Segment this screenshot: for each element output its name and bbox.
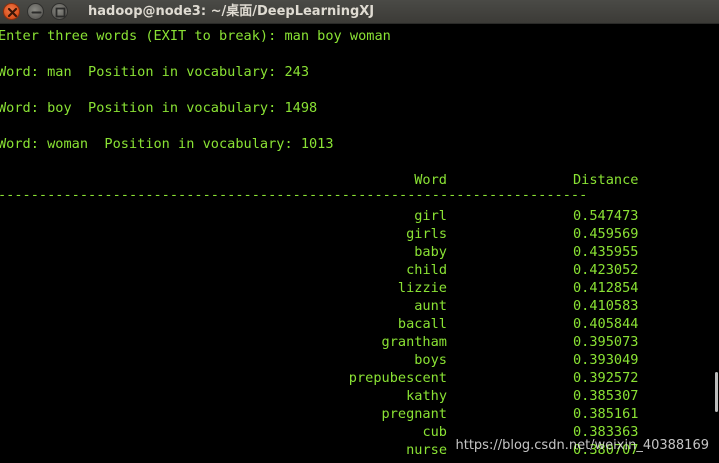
result-distance: 0.435955 [573,244,639,260]
result-distance: 0.405844 [573,316,639,332]
result-distance: 0.392572 [573,370,639,386]
close-button[interactable] [3,3,20,20]
result-word: pregnant [381,406,447,422]
result-word: kathy [406,388,447,404]
result-word: aunt [414,298,447,314]
result-distance: 0.393049 [573,352,639,368]
result-word: bacall [397,316,447,332]
result-word: cub [422,424,447,440]
result-distance: 0.412854 [573,280,639,296]
header-divider: ----------------------------------------… [0,187,588,203]
result-word: prepubescent [348,370,447,386]
word-line-woman: Word: woman Position in vocabulary: 1013 [0,136,334,152]
result-distance: 0.385307 [573,388,639,404]
result-word: nurse [406,442,447,458]
result-word: child [406,262,447,278]
result-word: baby [414,244,447,260]
result-distance: 0.395073 [573,334,639,350]
result-word: lizzie [397,280,447,296]
word-line-boy: Word: boy Position in vocabulary: 1498 [0,100,318,116]
watermark: https://blog.csdn.net/weixin_40388169 [455,438,709,453]
result-distance: 0.423052 [573,262,639,278]
terminal-window: hadoop@node3: ~/桌面/DeepLearningXJ Enter … [0,0,719,463]
result-distance: 0.459569 [573,226,639,242]
maximize-icon [55,7,66,18]
terminal-output[interactable]: Enter three words (EXIT to break): man b… [0,25,719,463]
word-line-man: Word: man Position in vocabulary: 243 [0,64,309,80]
result-word: grantham [381,334,447,350]
window-title: hadoop@node3: ~/桌面/DeepLearningXJ [88,4,375,19]
prompt-line: Enter three words (EXIT to break): man b… [0,28,391,44]
close-icon [7,7,18,18]
minimize-button[interactable] [27,3,44,20]
result-word: boys [414,352,447,368]
minimize-icon [31,11,42,14]
result-distance: 0.385161 [573,406,639,422]
result-word: girl [414,208,447,224]
result-word: girls [406,226,447,242]
title-bar[interactable]: hadoop@node3: ~/桌面/DeepLearningXJ [0,0,719,24]
maximize-button[interactable] [51,3,68,20]
result-distance: 0.547473 [573,208,639,224]
scrollbar[interactable] [715,372,718,412]
result-distance: 0.410583 [573,298,639,314]
